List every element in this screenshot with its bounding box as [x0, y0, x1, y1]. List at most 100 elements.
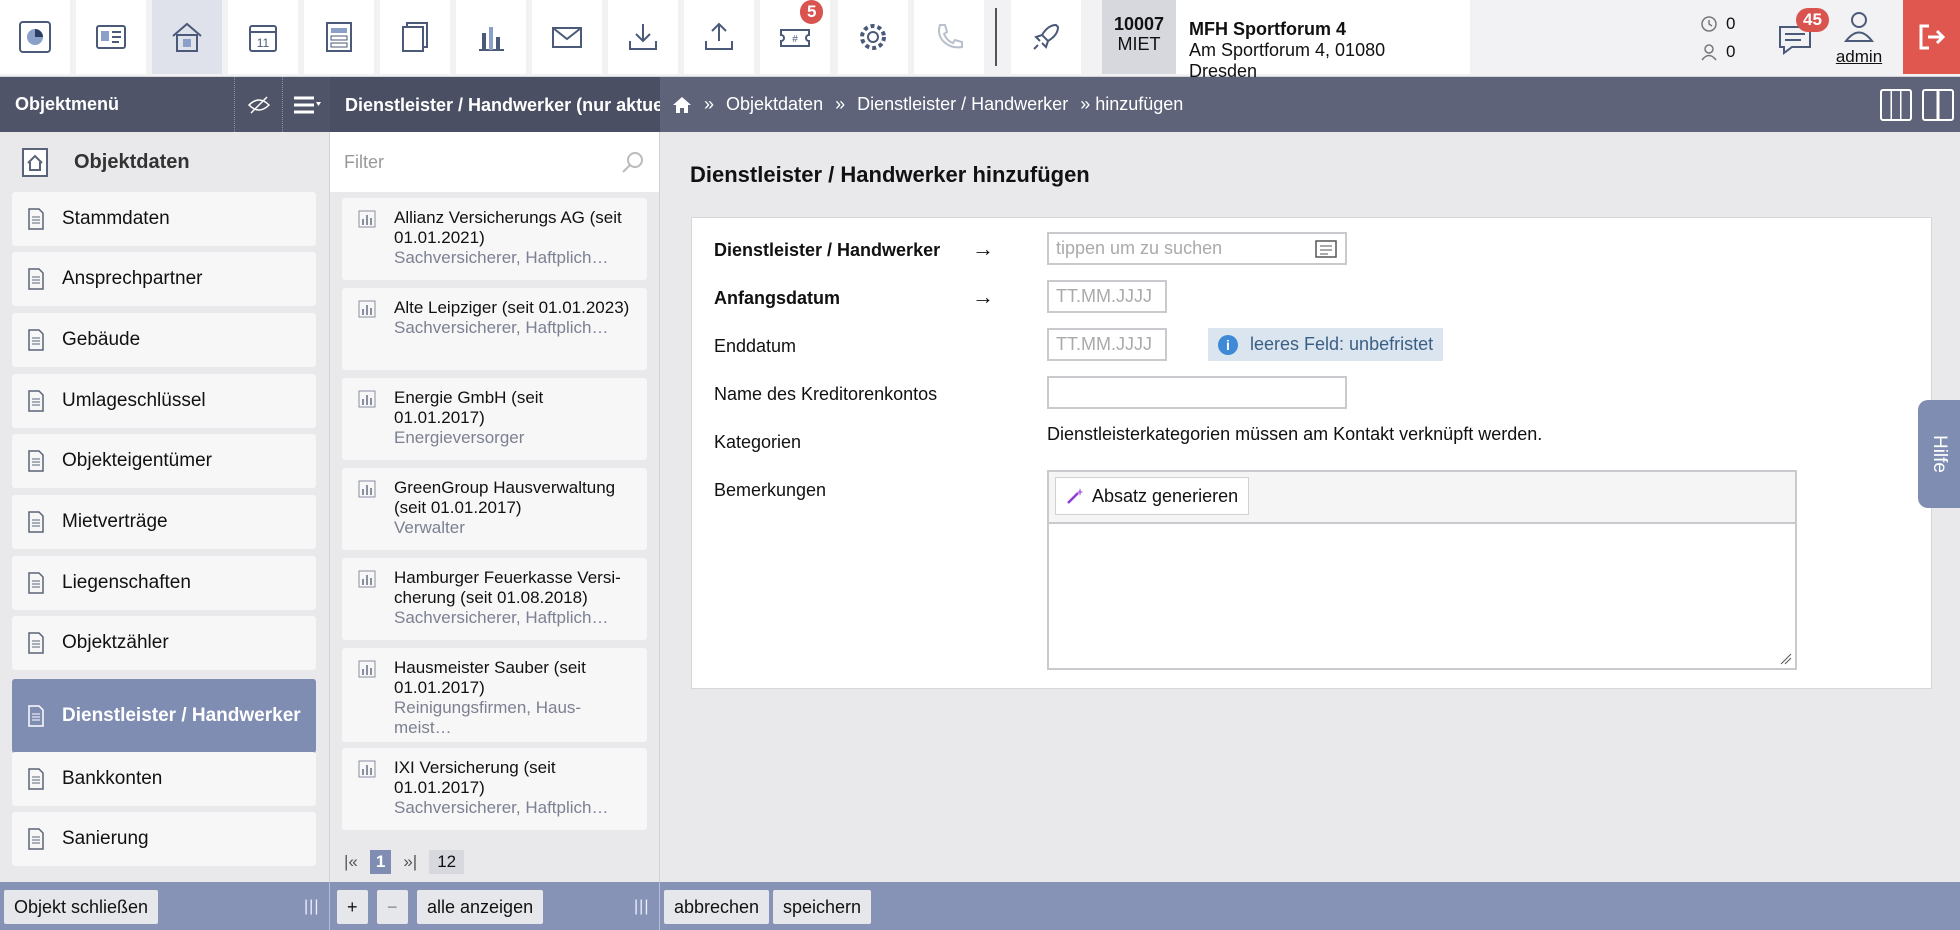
end-date-hint: i leeres Feld: unbefristet: [1208, 328, 1444, 361]
breadcrumb-dienstleister[interactable]: Dienstleister / Handwerker: [857, 94, 1068, 115]
user-icon: [1843, 12, 1875, 42]
sidebar-item[interactable]: Stammdaten: [12, 192, 316, 246]
counter-row-1[interactable]: 0: [1700, 10, 1750, 38]
list-item[interactable]: Energie GmbH (seit 01.01.2017) Energiever…: [342, 378, 647, 460]
breadcrumb: » Objektdaten » Dienstleister / Handwerk…: [672, 77, 1183, 132]
list-item-subtitle: Sachversicherer, Haftplich…: [394, 608, 609, 627]
sidebar-item[interactable]: Ansprechpartner: [12, 252, 316, 306]
breadcrumb-objektdaten[interactable]: Objektdaten: [726, 94, 823, 115]
list-item[interactable]: Allianz Versicherungs AG (seit 01.01.202…: [342, 198, 647, 280]
sidebar-item[interactable]: Objektzähler: [12, 616, 316, 670]
sidebar-header: Objektdaten: [0, 132, 329, 192]
object-info[interactable]: MFH Sportforum 4 Am Sportforum 4, 01080 …: [1176, 0, 1470, 81]
object-id-box[interactable]: 10007 MIET: [1102, 0, 1176, 74]
page-title: Dienstleister / Handwerker hinzufügen: [690, 162, 1090, 187]
sidebar-item[interactable]: Sanierung: [12, 812, 316, 866]
end-date-input[interactable]: TT.MM.JJJJ: [1047, 328, 1167, 361]
two-column-layout-icon[interactable]: [1922, 89, 1954, 121]
pager-first[interactable]: |«: [338, 850, 364, 874]
add-button[interactable]: +: [337, 890, 368, 924]
toolbar-divider: [995, 8, 997, 66]
document-icon: [28, 208, 44, 230]
categories-label: Kategorien: [714, 432, 802, 452]
filter-box[interactable]: Filter: [330, 132, 659, 192]
help-tab[interactable]: Hilfe: [1918, 400, 1960, 508]
close-object-button[interactable]: Objekt schließen: [4, 890, 159, 924]
logout-icon: [1919, 24, 1945, 50]
sidebar-item-label: Sanierung: [62, 828, 149, 849]
required-arrow-icon: →: [972, 284, 994, 309]
sidebar-item-label: Stammdaten: [62, 208, 170, 229]
menu-options-button[interactable]: [282, 77, 330, 132]
list-item-subtitle: Energieversorger: [394, 428, 525, 447]
resize-grip-icon[interactable]: |||: [304, 898, 319, 916]
download-button[interactable]: [608, 0, 678, 74]
forms-button[interactable]: [304, 0, 374, 74]
search-icon[interactable]: [621, 150, 645, 174]
reminder-icon: [1701, 16, 1717, 32]
user-menu[interactable]: admin: [1832, 10, 1886, 67]
start-date-input[interactable]: TT.MM.JJJJ: [1047, 280, 1167, 313]
sidebar-item[interactable]: Liegenschaften: [12, 556, 316, 610]
svg-text:#: #: [792, 34, 798, 45]
list-item[interactable]: Hausmeister Sauber (seit 01.01.2017) Rein…: [342, 648, 647, 742]
sidebar-item[interactable]: Bankkonten: [12, 752, 316, 806]
list-item[interactable]: IXI Versicherung (seit 01.01.2017) Sachve…: [342, 748, 647, 830]
generate-paragraph-button[interactable]: Absatz generieren: [1055, 477, 1250, 515]
sidebar-item[interactable]: Mietverträge: [12, 495, 316, 549]
pagination: |« 1 »| 12: [338, 850, 465, 874]
toggle-visibility-button[interactable]: [234, 77, 282, 132]
list-item[interactable]: Alte Leipziger (seit 01.01.2023) Sachvers…: [342, 288, 647, 370]
resize-grip-icon[interactable]: |||: [634, 898, 649, 916]
mail-button[interactable]: [532, 0, 602, 74]
creditor-input[interactable]: [1047, 376, 1347, 409]
sidebar-item[interactable]: Dienstleister / Handwerker: [12, 679, 316, 753]
settings-button[interactable]: [838, 0, 908, 74]
counter-row-2[interactable]: 0: [1700, 38, 1750, 66]
document-icon: [28, 828, 44, 850]
documents-button[interactable]: [380, 0, 450, 74]
help-tab-label: Hilfe: [1928, 434, 1950, 474]
upload-icon: [705, 22, 733, 50]
sidebar-item[interactable]: Umlageschlüssel: [12, 374, 316, 428]
sidebar-item-label: Objektzähler: [62, 632, 169, 653]
dashboard-button[interactable]: [0, 0, 70, 74]
tickets-button[interactable]: # 5: [760, 0, 830, 74]
tickets-badge: 5: [800, 0, 824, 24]
home-icon[interactable]: [672, 95, 692, 115]
statistics-button[interactable]: [456, 0, 526, 74]
list-item[interactable]: GreenGroup Hausverwaltung (seit 01.01.20…: [342, 468, 647, 550]
pager-last[interactable]: »|: [397, 850, 423, 874]
phone-button[interactable]: [914, 0, 984, 74]
provider-search-input[interactable]: tippen um zu suchen: [1047, 232, 1347, 265]
show-all-button[interactable]: alle anzeigen: [417, 890, 544, 924]
logout-button[interactable]: [1903, 0, 1960, 74]
forms-icon: [326, 22, 352, 52]
list-menu-icon: [293, 96, 321, 113]
sidebar-item[interactable]: Objekteigentümer: [12, 434, 316, 488]
save-button[interactable]: speichern: [773, 890, 872, 924]
document-icon: [28, 632, 44, 654]
contacts-button[interactable]: [76, 0, 146, 74]
list-item-title: Hausmeister Sauber (seit 01.01.2017): [394, 658, 586, 697]
filter-input[interactable]: Filter: [344, 152, 384, 173]
list-item-title: IXI Versicherung (seit 01.01.2017): [394, 758, 556, 797]
list-item-title: Allianz Versicherungs AG (seit 01.01.202…: [394, 208, 622, 247]
pager-current-page[interactable]: 1: [369, 850, 392, 874]
three-column-layout-icon[interactable]: [1880, 89, 1912, 121]
upload-button[interactable]: [684, 0, 754, 74]
calendar-button[interactable]: 11: [228, 0, 298, 74]
address-book-icon[interactable]: [1314, 239, 1338, 259]
list-item-subtitle: Sachversicherer, Haftplich…: [394, 798, 609, 817]
resize-handle-icon[interactable]: [1780, 653, 1792, 665]
sidebar-item[interactable]: Gebäude: [12, 313, 316, 367]
messages-button[interactable]: 45: [1760, 4, 1830, 72]
remarks-textarea[interactable]: [1049, 524, 1795, 664]
quickstart-button[interactable]: [1011, 0, 1081, 74]
objects-home-button[interactable]: [152, 0, 222, 74]
remove-button[interactable]: −: [377, 890, 408, 924]
list-item[interactable]: Hamburger Feuerkasse Versi-cherung (seit…: [342, 558, 647, 640]
list-item-subtitle: Sachversicherer, Haftplich…: [394, 248, 609, 267]
breadcrumb-sep: »: [704, 94, 715, 114]
cancel-button[interactable]: abbrechen: [664, 890, 770, 924]
